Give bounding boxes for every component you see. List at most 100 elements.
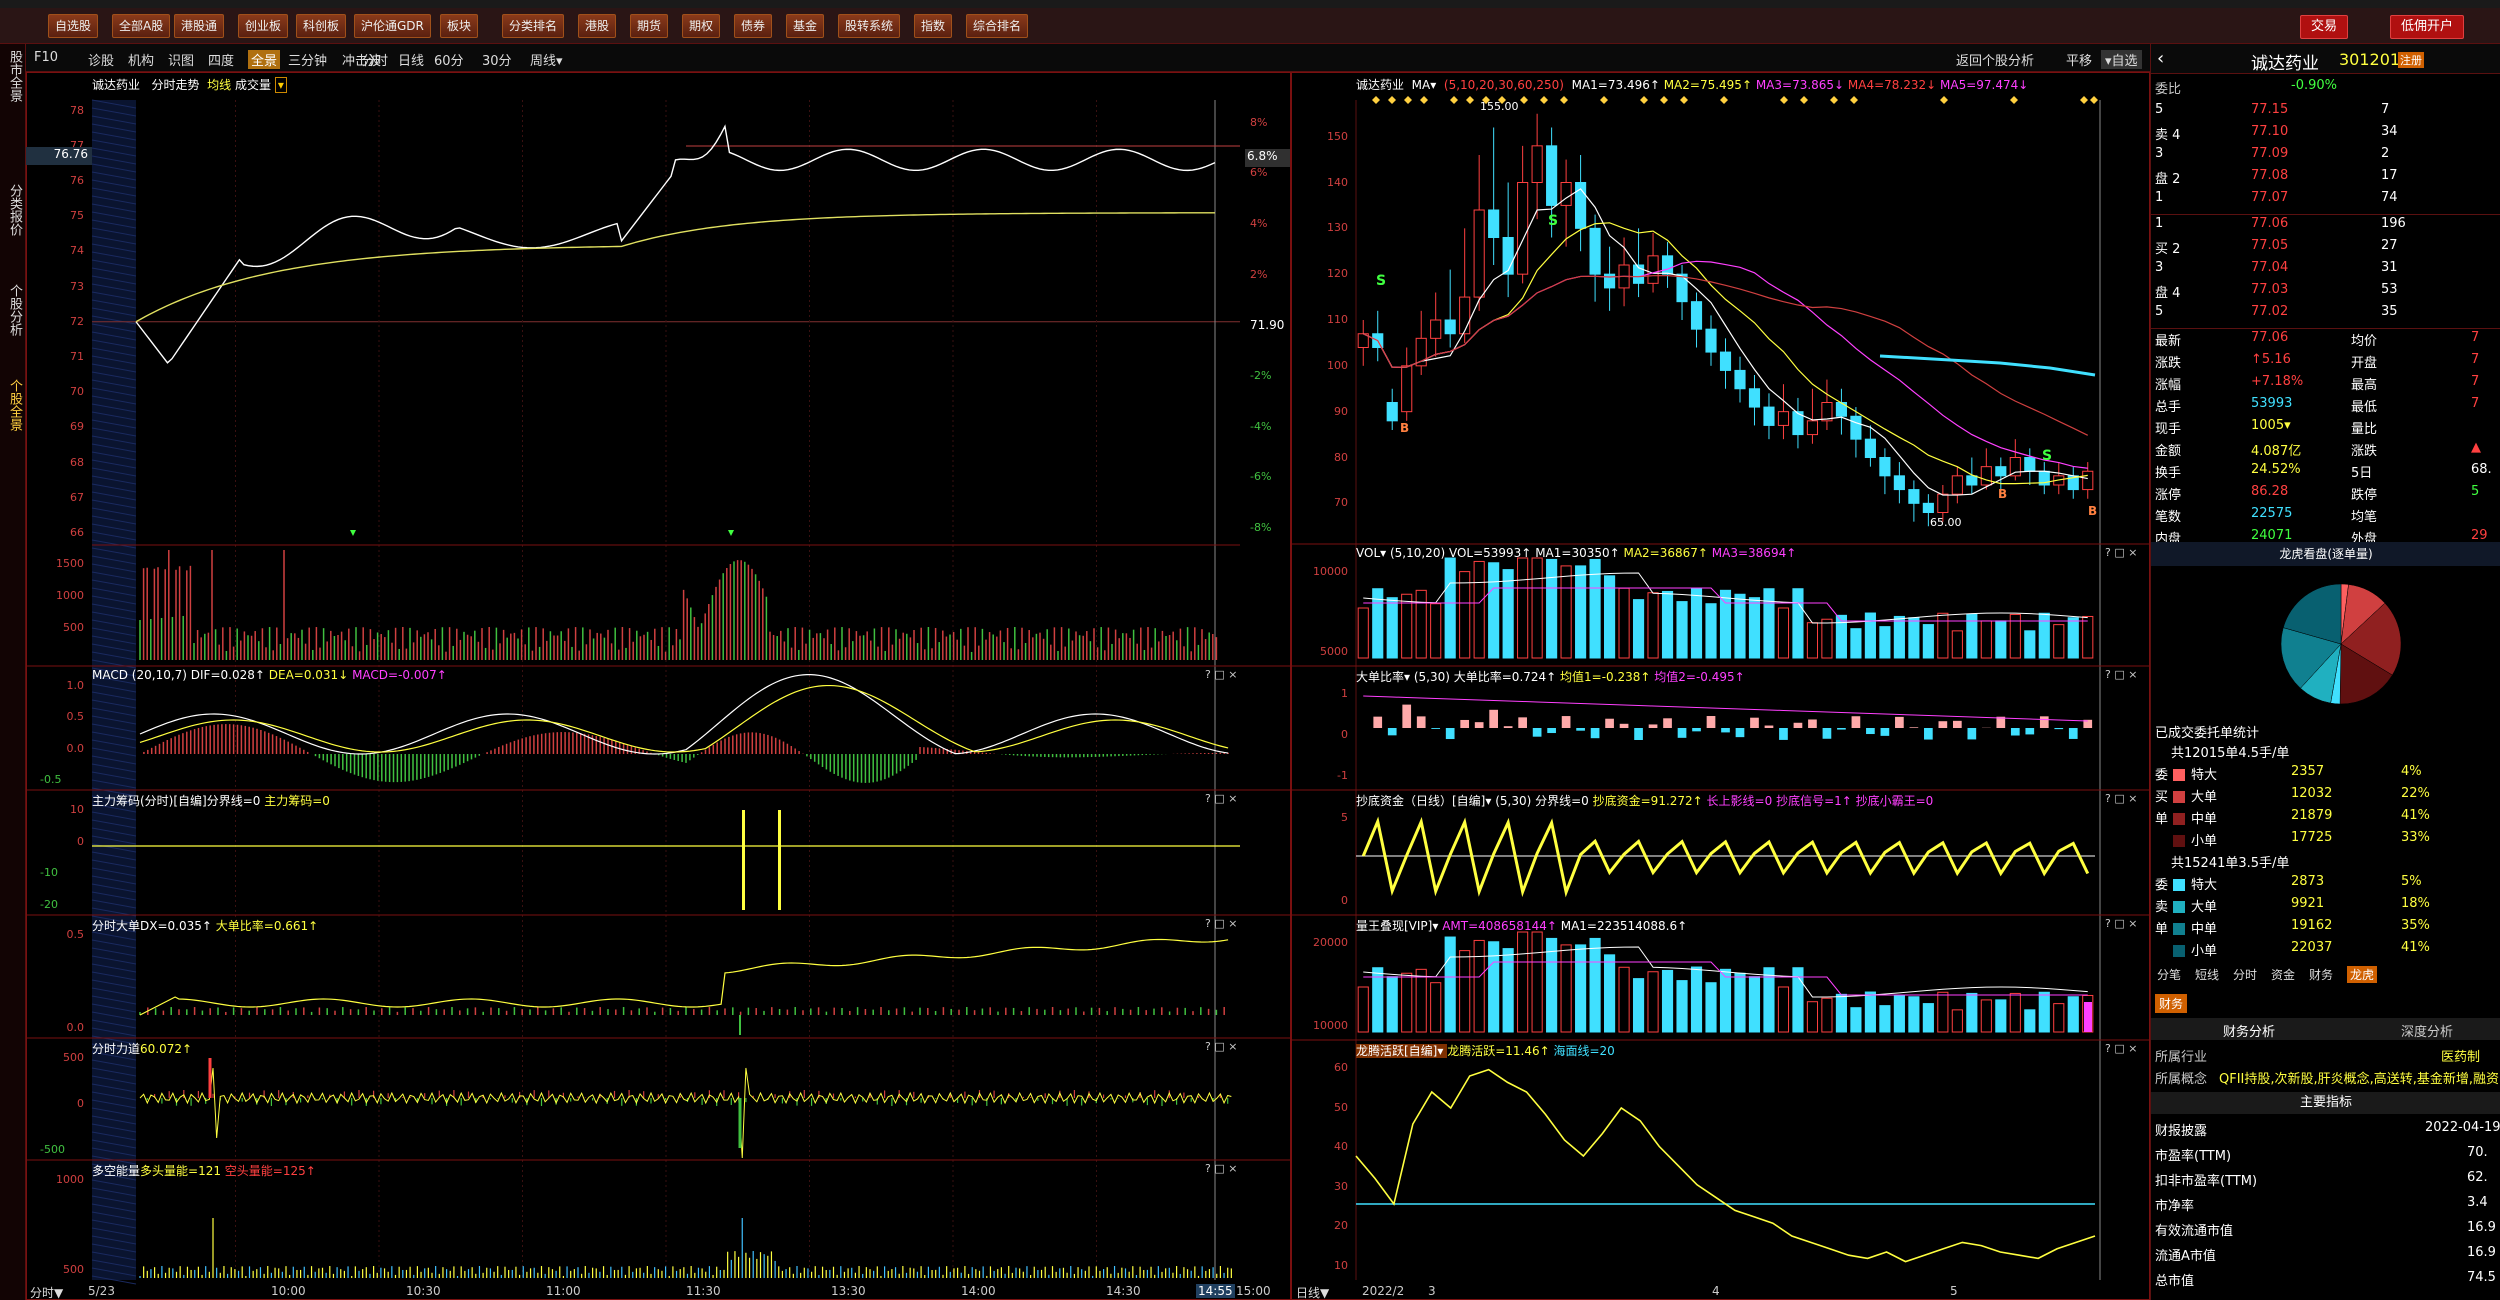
kline-chart-svg: S S S B B B [1291,96,2150,1280]
kpanel-controls-4[interactable]: ? □ × [2105,1042,2137,1055]
kline-candle [1908,480,1920,522]
kpanel-tick-1-0: 1 [1341,687,1348,700]
fin-label: 市净率 [2155,1199,2195,1214]
kline-candle [1734,356,1746,403]
lhb-subtitle: 已成交委托单统计 [2155,726,2260,741]
fin-row-2: 扣非市盈率(TTM) 62. [2151,1170,2500,1192]
kline-candle [2024,448,2036,485]
kpanel-tick-4-5: 10 [1334,1259,1348,1272]
kpanel-tick-1-1: 0 [1341,728,1348,741]
kline-candle [1604,246,1616,311]
kline-candle [1937,485,1949,522]
kline-candle [2038,462,2050,495]
kline-candle [1575,155,1587,252]
fin-value: 74.5 [2467,1270,2496,1285]
kpanel-name[interactable]: 抄底资金（日线）[自编]▾ [1356,794,1495,808]
kpanel-title-4: 龙腾活跃[自编]▾ 龙腾活跃=11.46↑ 海面线=20 [1356,1042,1615,1059]
quote-tab-2[interactable]: 分时 [2233,966,2257,983]
kpanel-name[interactable]: VOL▾ [1356,546,1390,560]
kline-candle [1864,425,1876,467]
fin-value: 2022-04-19 [2425,1120,2500,1135]
quote-tab-1[interactable]: 短线 [2195,966,2219,983]
kpanel-tick-1-2: -1 [1337,769,1348,782]
lhb-buy-row-0: 委 特大 2357 4% [2151,764,2500,786]
lhb-pct: 33% [2401,830,2430,845]
kline-candle [1386,388,1398,430]
kline-candle [1792,397,1804,449]
kline-candle [1560,159,1572,247]
lhb-type: 小单 [2191,944,2218,959]
lhb-swatch [2173,879,2185,891]
finance-tab[interactable]: 财务 [2155,994,2188,1013]
kline-candle [1922,494,1934,527]
lhb-volume: 9921 [2291,896,2325,911]
kline-candle [2067,466,2079,499]
kpanel-name[interactable]: 龙腾活跃[自编]▾ [1356,1044,1448,1058]
lhb-pct: 22% [2401,786,2430,801]
lhb-side: 委 [2155,768,2169,783]
fin-label: 流通A市值 [2155,1249,2216,1264]
kpanel-tick-4-1: 50 [1334,1100,1348,1114]
quote-tab-4[interactable]: 财务 [2309,966,2333,983]
lhb-sell-row-0: 委 特大 2873 5% [2151,874,2500,896]
kline-candle [1821,379,1833,430]
kpanel-value: 分界线=0 [1535,794,1593,808]
kline-candle [1980,448,1992,490]
lhb-volume: 21879 [2291,808,2333,823]
lhb-sell-row-2: 单 中单 19162 35% [2151,918,2500,940]
kpanel-controls-0[interactable]: ? □ × [2105,546,2137,559]
lhb-volume: 2873 [2291,874,2325,889]
lhb-volume: 12032 [2291,786,2333,801]
kline-candle [1589,214,1601,302]
svg-text:B: B [1400,421,1409,435]
kpanel-tick-0-0: 10000 [1313,565,1348,578]
kline-candle [1473,155,1485,311]
fin-row-5: 流通A市值 16.9 [2151,1245,2500,1267]
kpanel-value: 均值1=-0.238↑ [1560,670,1655,684]
date-axis-label[interactable]: 日线▼ [1296,1284,1329,1300]
fin-value: 3.4 [2467,1195,2488,1210]
buy-summary: 共12015单4.5手/单 [2171,746,2290,761]
lhb-side: 买 [2155,790,2169,805]
kpanel-title-2: 抄底资金（日线）[自编]▾ (5,30) 分界线=0 抄底资金=91.272↑ … [1356,792,1933,809]
lhb-swatch [2173,813,2185,825]
kpanel-tick-4-4: 20 [1334,1219,1348,1233]
fin-row-3: 市净率 3.4 [2151,1195,2500,1217]
kline-candle [1444,269,1456,348]
quote-tab-3[interactable]: 资金 [2271,966,2295,983]
quote-tab-0[interactable]: 分笔 [2157,966,2181,983]
lhb-pct: 35% [2401,918,2430,933]
kline-candle [1459,228,1471,343]
date-tick-2: 4 [1712,1284,1720,1298]
kline-candle [1372,310,1384,362]
kline-candle [1806,388,1819,444]
svg-text:S: S [1376,273,1386,289]
finance-analysis-tab[interactable]: 财务分析 [2223,1021,2275,1040]
svg-text:S: S [2042,448,2052,464]
lhb-type: 特大 [2191,768,2218,783]
quote-tab-5[interactable]: 龙虎 [2347,966,2378,983]
kpanel-controls-1[interactable]: ? □ × [2105,668,2137,681]
kpanel-controls-2[interactable]: ? □ × [2105,792,2137,805]
date-tick-3: 5 [1950,1284,1958,1298]
kpanel-name[interactable]: 量王叠现[VIP]▾ [1356,919,1442,933]
fin-value: 62. [2467,1170,2488,1185]
lhb-side: 单 [2155,922,2169,937]
lhb-swatch [2173,901,2185,913]
kline-candle [1705,315,1717,366]
lhb-side: 卖 [2155,900,2169,915]
kpanel-signal-3 [1357,931,2094,1033]
kline-candle [1430,292,1442,357]
kpanel-value: 长上影线=0 [1706,794,1777,808]
kline-candle [1357,320,1369,366]
arrow-down-icon: ▼ [1320,1286,1330,1300]
lhb-pct: 4% [2401,764,2422,779]
deep-analysis-tab[interactable]: 深度分析 [2401,1021,2453,1040]
kline-candle [1879,448,1891,495]
kpanel-name[interactable]: 大单比率▾ [1356,670,1414,684]
kpanel-controls-3[interactable]: ? □ × [2105,917,2137,930]
kline-candle [1748,375,1761,426]
kpanel-value: MA2=36867↑ [1623,546,1712,560]
fin-row-1: 市盈率(TTM) 70. [2151,1145,2500,1167]
lhb-volume: 22037 [2291,940,2333,955]
